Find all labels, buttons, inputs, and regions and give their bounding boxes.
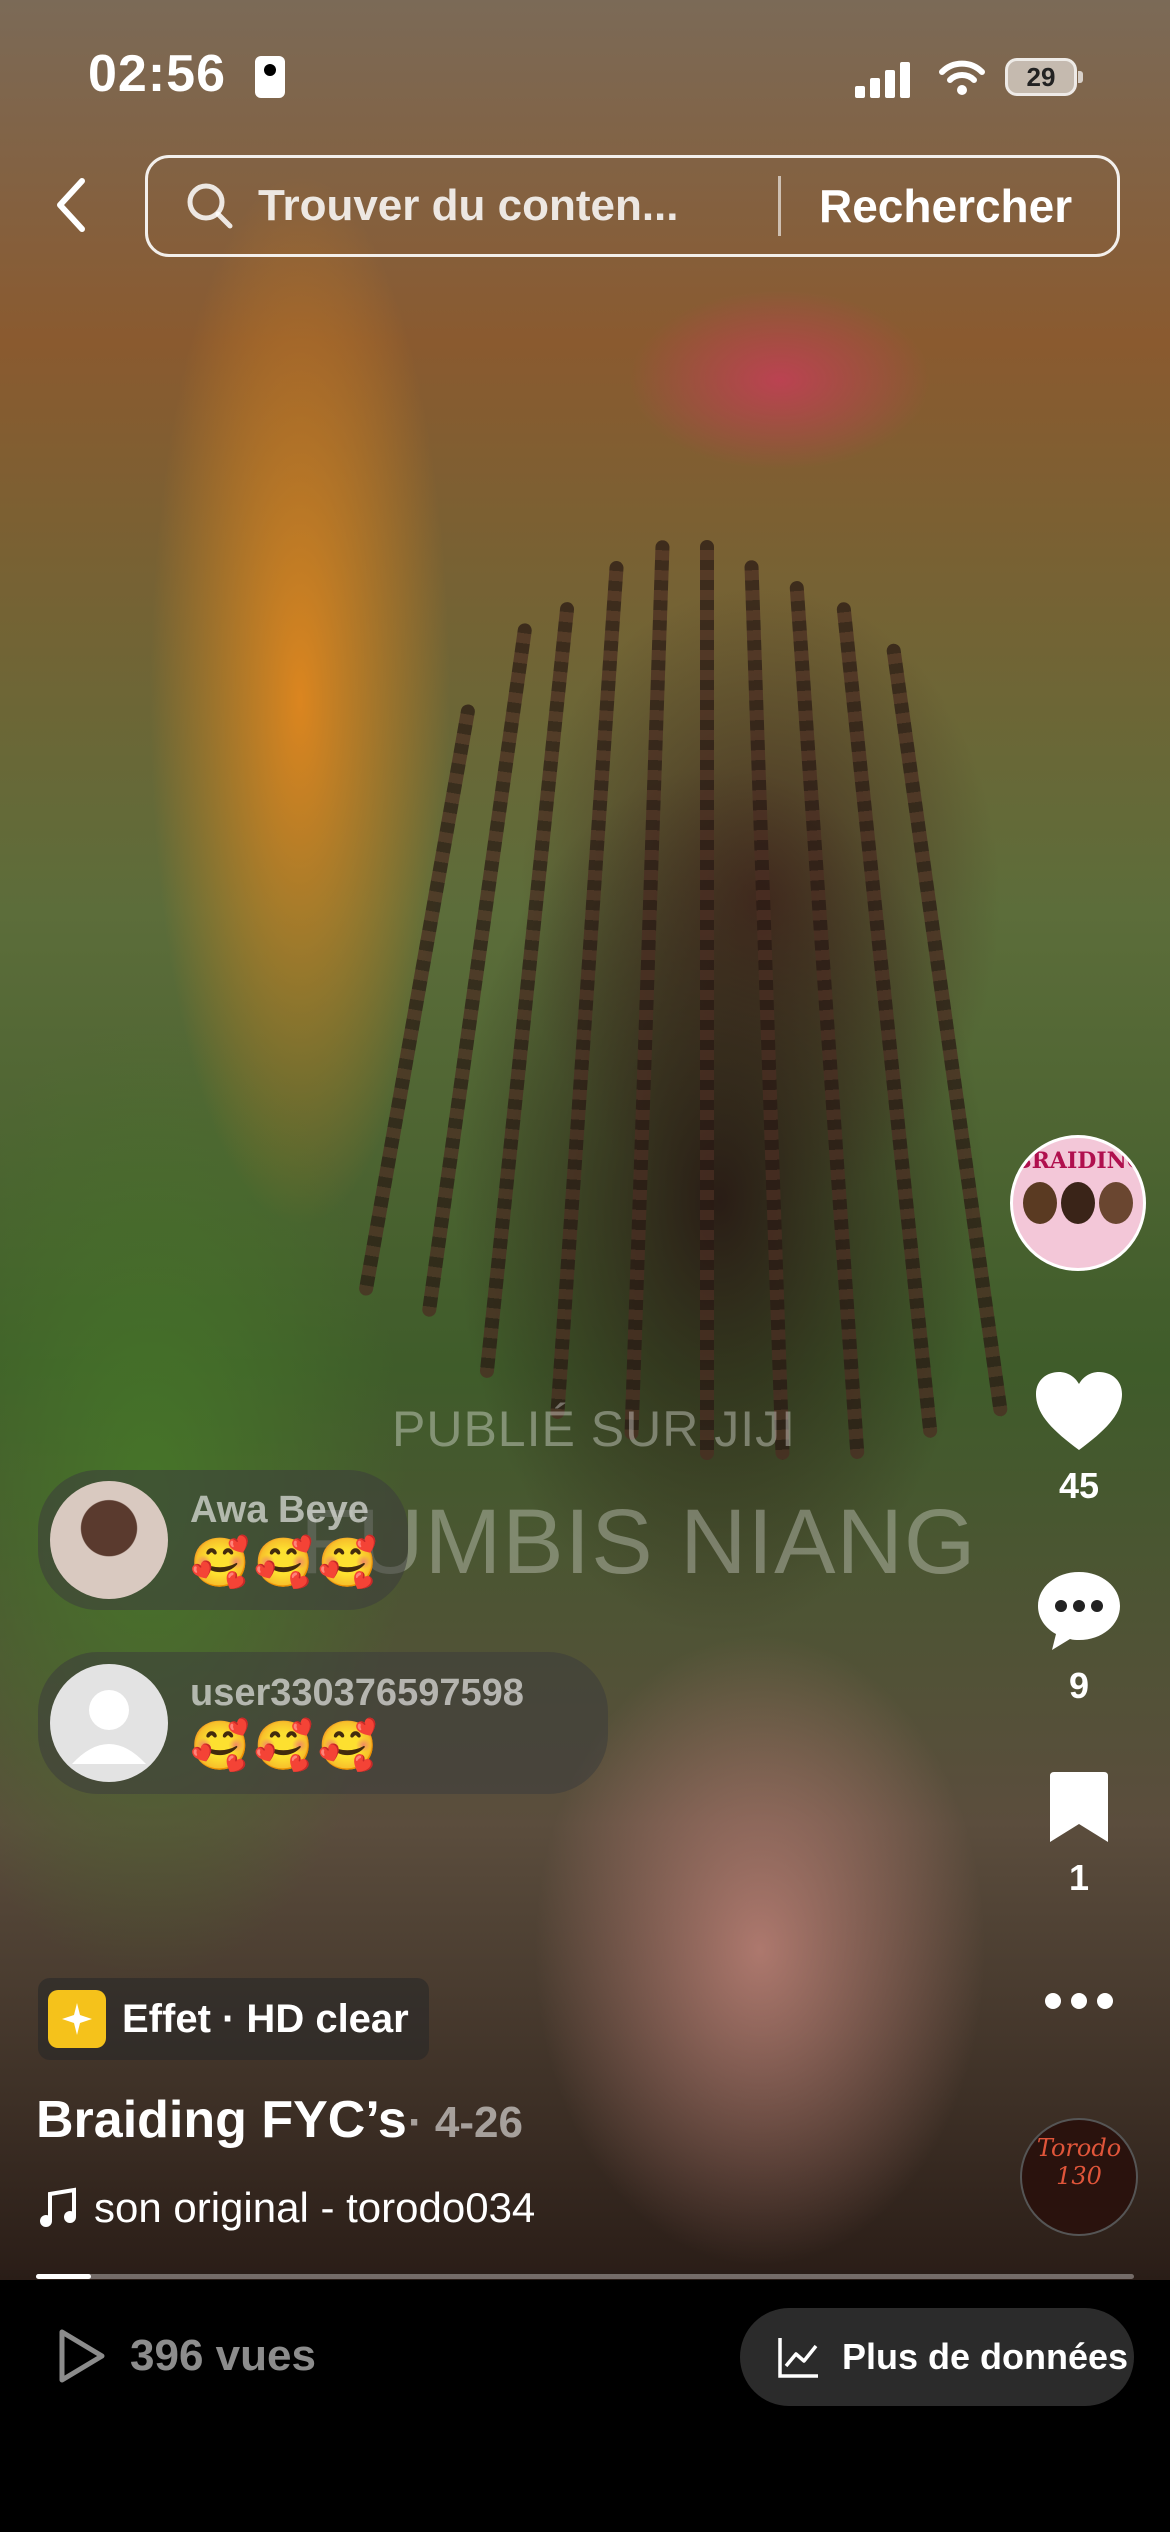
video-frame[interactable] [0,0,1170,2280]
comment-text: 🥰🥰🥰 [190,1720,382,1773]
sparkle-icon [48,1990,106,2048]
effect-label: Effet · HD clear [122,1996,409,2041]
more-dots-icon [1045,1993,1113,2009]
music-row[interactable]: son original - torodo034 [36,2184,535,2232]
search-button[interactable]: Rechercher [819,179,1072,233]
search-input[interactable]: Trouver du conten... [258,181,748,231]
battery-level: 29 [1026,62,1056,92]
video-progress-bar[interactable] [36,2274,1134,2279]
sound-disc-label: Torodo 130 [1036,2134,1122,2190]
search-bar[interactable]: Trouver du conten... Rechercher [145,155,1120,257]
avatar-photo [1023,1182,1057,1224]
analytics-chart-icon [778,2338,818,2378]
caption-date: · 4-26 [408,2098,523,2147]
status-time: 02:56 [88,45,226,103]
watermark-line-1: PUBLIÉ SUR JIJI [392,1401,796,1457]
live-comment: Awa Beye 🥰🥰🥰 [38,1470,408,1610]
like-button[interactable]: 45 [1020,1370,1138,1507]
music-label: son original - torodo034 [94,2184,536,2231]
id-badge-icon [255,56,285,98]
sound-disc[interactable]: Torodo 130 [1020,2118,1138,2236]
avatar-photo [1099,1182,1133,1224]
comment-username: Awa Beye [190,1489,369,1531]
more-data-label: Plus de données [842,2336,1129,2377]
battery-icon: 29 [1005,58,1083,96]
video-texture [421,622,533,1318]
search-icon [184,180,236,232]
creator-avatar-label: BRAIDING [1013,1148,1146,1174]
views-label: 396 vues [130,2331,316,2380]
video-progress-fill [36,2274,91,2279]
more-options-button[interactable] [1020,1990,1138,2017]
video-texture [358,703,476,1297]
default-avatar-icon [72,1690,146,1764]
comment-text: 🥰🥰🥰 [190,1537,382,1590]
heart-icon [1036,1372,1122,1450]
live-comment: user330376597598 🥰🥰🥰 [38,1652,608,1794]
creator-avatar[interactable]: BRAIDING [1010,1135,1146,1271]
video-texture [624,540,670,1440]
more-data-button[interactable]: Plus de données [740,2308,1134,2406]
bookmark-icon [1050,1772,1108,1842]
bottom-bar: 396 vues Plus de données [0,2286,1170,2532]
video-texture [744,560,790,1460]
save-button[interactable]: 1 [1020,1770,1138,1899]
chevron-left-icon [57,178,85,232]
comment-bubble-icon [1038,1572,1120,1650]
music-note-icon [40,2187,76,2227]
search-divider [778,176,781,236]
views-counter: 396 vues [56,2328,316,2384]
back-button[interactable] [40,170,100,240]
comment-button[interactable]: 9 [1020,1568,1138,1707]
cellular-signal-icon [855,58,915,98]
avatar[interactable] [50,1481,168,1599]
video-texture [885,642,1009,1418]
comment-username: user330376597598 [190,1672,524,1714]
status-bar: 02:56 29 [0,0,1170,150]
like-count: 45 [1058,1465,1100,1506]
caption-title[interactable]: Braiding FYC’s [36,2090,407,2150]
avatar[interactable] [50,1664,168,1782]
wifi-icon [939,60,985,95]
video-texture [700,540,714,1460]
play-icon [59,2329,105,2383]
comment-count: 9 [1068,1665,1090,1706]
save-count: 1 [1068,1857,1090,1898]
avatar-photo [1061,1182,1095,1224]
effect-tag[interactable]: Effet · HD clear [38,1978,429,2060]
